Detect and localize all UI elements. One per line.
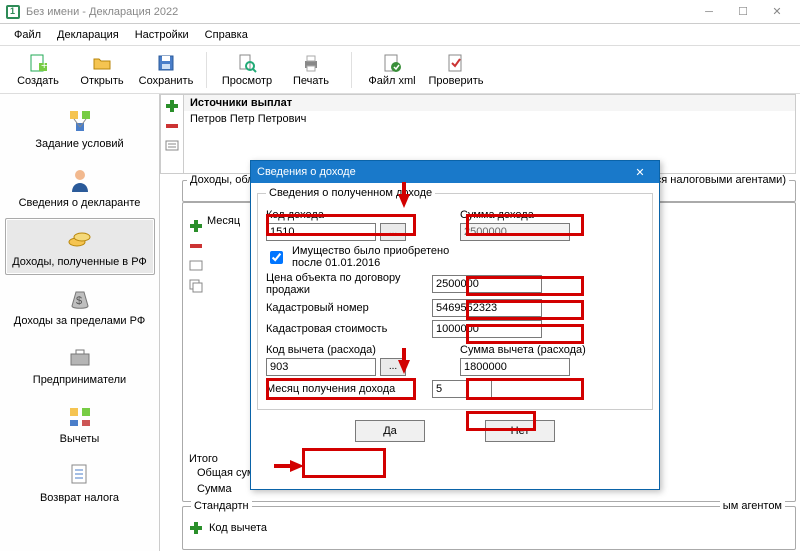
- sidebar-item-tax-return[interactable]: Возврат налога: [5, 454, 155, 511]
- annotation-arrow-3: [290, 460, 304, 472]
- xml-file-icon: [382, 53, 402, 73]
- income-fieldset: Сведения о полученном доходе Код дохода …: [257, 187, 653, 410]
- menu-help[interactable]: Справка: [197, 26, 256, 44]
- app-icon: [6, 5, 20, 19]
- deduct-sum-label: Сумма вычета (расхода): [460, 344, 644, 356]
- toolbar-create[interactable]: + Создать: [10, 48, 66, 92]
- std-legend: Стандартн: [191, 500, 252, 512]
- price-input[interactable]: [432, 275, 542, 293]
- toolbar-xml[interactable]: Файл xml: [364, 48, 420, 92]
- check-icon: [446, 53, 466, 73]
- menubar: Файл Декларация Настройки Справка: [0, 24, 800, 46]
- toolbar: + Создать Открыть Сохранить Просмотр Печ…: [0, 46, 800, 94]
- price-label: Цена объекта по договору продажи: [266, 272, 426, 296]
- edit-income-button[interactable]: [187, 257, 205, 275]
- briefcase-icon: [66, 343, 94, 371]
- income-dialog: Сведения о доходе ✕ Сведения о полученно…: [250, 160, 660, 490]
- sidebar-item-income-rf[interactable]: Доходы, полученные в РФ: [5, 218, 155, 275]
- toolbar-save[interactable]: Сохранить: [138, 48, 194, 92]
- cancel-button[interactable]: Нет: [485, 420, 555, 442]
- new-file-icon: +: [28, 53, 48, 73]
- remove-source-button[interactable]: [163, 117, 181, 135]
- cadastral-no-label: Кадастровый номер: [266, 302, 426, 314]
- minimize-button[interactable]: ─: [692, 1, 726, 23]
- after2016-checkbox[interactable]: [270, 251, 283, 264]
- month-label-bg: Месяц: [207, 215, 240, 227]
- titlebar: Без имени - Декларация 2022 ─ ☐ ✕: [0, 0, 800, 24]
- income-code-browse-button[interactable]: ...: [380, 223, 406, 241]
- print-icon: [301, 53, 321, 73]
- document-icon: [66, 461, 94, 489]
- income-sum-input[interactable]: [460, 223, 570, 241]
- std-deductions-group: Стандартн ым агентом Код вычета: [182, 506, 796, 550]
- deduct-sum-input[interactable]: [460, 358, 570, 376]
- preview-icon: [237, 53, 257, 73]
- month-label: Месяц получения дохода: [266, 383, 426, 395]
- income-code-input[interactable]: [266, 223, 376, 241]
- menu-declaration[interactable]: Декларация: [49, 26, 127, 44]
- copy-income-button[interactable]: [187, 277, 205, 295]
- add-income-button[interactable]: [187, 217, 205, 235]
- toolbar-print[interactable]: Печать: [283, 48, 339, 92]
- income-sum-label: Сумма дохода: [460, 209, 644, 221]
- toolbar-check[interactable]: Проверить: [428, 48, 484, 92]
- code-label: Код вычета: [209, 522, 267, 534]
- dialog-title: Сведения о доходе: [257, 166, 356, 178]
- person-icon: [66, 166, 94, 194]
- source-row[interactable]: Петров Петр Петрович: [184, 111, 795, 127]
- cadastral-no-input[interactable]: [432, 299, 542, 317]
- close-button[interactable]: ✕: [760, 1, 794, 23]
- window-title: Без имени - Декларация 2022: [26, 6, 178, 18]
- std-legend-right: ым агентом: [720, 500, 785, 512]
- dialog-titlebar[interactable]: Сведения о доходе ✕: [251, 161, 659, 183]
- ok-button[interactable]: Да: [355, 420, 425, 442]
- sidebar: Задание условий Сведения о декларанте До…: [0, 94, 160, 551]
- deductions-icon: [66, 402, 94, 430]
- save-icon: [156, 53, 176, 73]
- edit-source-button[interactable]: [163, 137, 181, 155]
- sidebar-item-deductions[interactable]: Вычеты: [5, 395, 155, 452]
- add-source-button[interactable]: [163, 97, 181, 115]
- month-input[interactable]: [432, 380, 492, 398]
- annotation-arrow-2: [398, 360, 410, 374]
- moneybag-icon: $: [66, 284, 94, 312]
- remove-income-button[interactable]: [187, 237, 205, 255]
- svg-text:$: $: [76, 295, 82, 307]
- dialog-close-button[interactable]: ✕: [627, 166, 653, 179]
- menu-file[interactable]: Файл: [6, 26, 49, 44]
- cadastral-val-label: Кадастровая стоимость: [266, 323, 426, 335]
- add-std-button[interactable]: [187, 519, 205, 537]
- cadastral-val-input[interactable]: [432, 320, 542, 338]
- sidebar-item-declarant[interactable]: Сведения о декларанте: [5, 159, 155, 216]
- conditions-icon: [66, 107, 94, 135]
- toolbar-open[interactable]: Открыть: [74, 48, 130, 92]
- sidebar-item-conditions[interactable]: Задание условий: [5, 100, 155, 157]
- agents-legend: Доходы, обл: [187, 174, 257, 186]
- sources-header: Источники выплат: [184, 95, 795, 111]
- svg-text:+: +: [41, 60, 47, 72]
- toolbar-view[interactable]: Просмотр: [219, 48, 275, 92]
- after2016-label: Имущество было приобретено после 01.01.2…: [292, 245, 452, 269]
- open-folder-icon: [92, 53, 112, 73]
- sum-label: Сумма: [197, 483, 232, 495]
- sidebar-item-income-abroad[interactable]: $ Доходы за пределами РФ: [5, 277, 155, 334]
- menu-settings[interactable]: Настройки: [127, 26, 197, 44]
- sidebar-item-entrepreneur[interactable]: Предприниматели: [5, 336, 155, 393]
- maximize-button[interactable]: ☐: [726, 1, 760, 23]
- income-code-label: Код дохода: [266, 209, 450, 221]
- totals-label: Итого: [189, 453, 218, 465]
- coins-icon: [66, 225, 94, 253]
- annotation-arrow-1: [398, 194, 410, 208]
- deduct-code-label: Код вычета (расхода): [266, 344, 450, 356]
- deduct-code-input[interactable]: [266, 358, 376, 376]
